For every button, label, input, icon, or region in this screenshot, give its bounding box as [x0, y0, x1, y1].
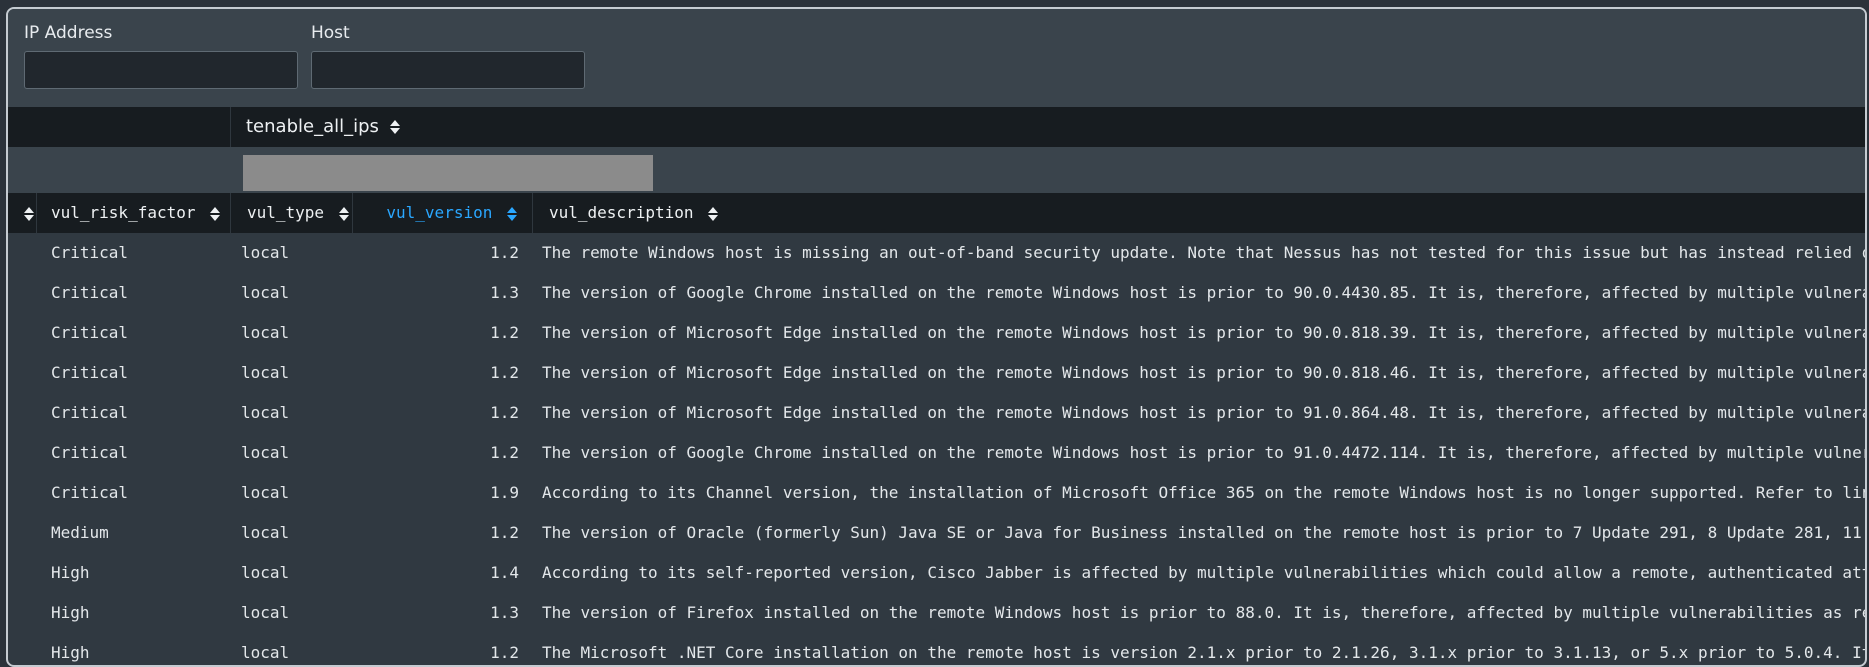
description-cell: The version of Google Chrome installed o… [542, 283, 1867, 302]
description-cell: The Microsoft .NET Core installation on … [542, 643, 1867, 662]
sort-icon[interactable] [507, 206, 517, 222]
group-header-tenable-all-ips[interactable]: tenable_all_ips [246, 107, 400, 147]
description-cell: The version of Microsoft Edge installed … [542, 323, 1867, 342]
version-cell: 1.4 [490, 563, 519, 582]
ip-address-label: IP Address [24, 23, 113, 43]
table-row[interactable]: Medium local 1.2 The version of Oracle (… [8, 513, 1865, 553]
risk-factor-cell: Critical [51, 483, 129, 502]
vul-type-column-header[interactable]: vul_type [231, 193, 353, 233]
column-header-label: vul_type [247, 203, 325, 222]
results-panel: IP Address Host tenable_all_ips vul_risk… [6, 7, 1867, 667]
version-cell: 1.3 [490, 603, 519, 622]
type-cell: local [241, 243, 290, 262]
table-header: vul_risk_factor vul_type vul_version vul… [8, 193, 1865, 233]
vul-description-column-header[interactable]: vul_description [533, 193, 1865, 233]
sort-icon[interactable] [708, 206, 719, 222]
description-cell: The version of Firefox installed on the … [542, 603, 1867, 622]
type-cell: local [241, 443, 290, 462]
risk-factor-cell: High [51, 563, 90, 582]
table-row[interactable]: Critical local 1.2 The version of Micros… [8, 353, 1865, 393]
type-cell: local [241, 603, 290, 622]
version-cell: 1.2 [490, 323, 519, 342]
type-cell: local [241, 483, 290, 502]
risk-factor-cell: Critical [51, 283, 129, 302]
risk-factor-cell: Medium [51, 523, 109, 542]
host-filter: Host [311, 23, 585, 89]
description-cell: The version of Microsoft Edge installed … [542, 403, 1867, 422]
type-cell: local [241, 643, 290, 662]
description-cell: The version of Oracle (formerly Sun) Jav… [542, 523, 1867, 542]
type-cell: local [241, 563, 290, 582]
risk-factor-cell: Critical [51, 243, 129, 262]
type-cell: local [241, 283, 290, 302]
ip-address-filter: IP Address [24, 23, 298, 89]
sort-icon[interactable] [23, 206, 34, 222]
description-cell: The version of Microsoft Edge installed … [542, 363, 1867, 382]
column-filter-input[interactable] [243, 155, 653, 191]
version-cell: 1.3 [490, 283, 519, 302]
column-filter-row [8, 147, 1865, 193]
column-header-label: vul_description [549, 203, 694, 222]
description-cell: The version of Google Chrome installed o… [542, 443, 1867, 462]
table-row[interactable]: High local 1.3 The version of Firefox in… [8, 593, 1865, 633]
table-row[interactable]: Critical local 1.9 According to its Chan… [8, 473, 1865, 513]
risk-factor-cell: High [51, 643, 90, 662]
type-cell: local [241, 523, 290, 542]
table-row[interactable]: Critical local 1.2 The version of Google… [8, 433, 1865, 473]
risk-factor-cell: Critical [51, 403, 129, 422]
sort-icon[interactable] [389, 119, 400, 135]
sort-icon[interactable] [338, 206, 349, 222]
table-body: Critical local 1.2 The remote Windows ho… [8, 233, 1867, 665]
risk-factor-cell: Critical [51, 363, 129, 382]
version-cell: 1.2 [490, 403, 519, 422]
vul-version-column-header[interactable]: vul_version [353, 193, 533, 233]
vul-risk-factor-column-header[interactable]: vul_risk_factor [37, 193, 231, 233]
version-cell: 1.2 [490, 523, 519, 542]
description-cell: The remote Windows host is missing an ou… [542, 243, 1867, 262]
version-cell: 1.2 [490, 643, 519, 662]
table-row[interactable]: Critical local 1.2 The version of Micros… [8, 393, 1865, 433]
index-column-header[interactable] [8, 193, 37, 233]
sort-icon[interactable] [210, 206, 221, 222]
type-cell: local [241, 403, 290, 422]
table-row[interactable]: Critical local 1.2 The remote Windows ho… [8, 233, 1865, 273]
column-header-label: vul_risk_factor [51, 203, 196, 222]
host-input[interactable] [311, 51, 585, 89]
host-label: Host [311, 23, 350, 43]
version-cell: 1.9 [490, 483, 519, 502]
type-cell: local [241, 323, 290, 342]
description-cell: According to its self-reported version, … [542, 563, 1867, 582]
group-header-label: tenable_all_ips [246, 116, 379, 137]
filter-bar: IP Address Host [8, 9, 1865, 107]
risk-factor-cell: Critical [51, 323, 129, 342]
description-cell: According to its Channel version, the in… [542, 483, 1867, 502]
ip-address-input[interactable] [24, 51, 298, 89]
version-cell: 1.2 [490, 243, 519, 262]
risk-factor-cell: High [51, 603, 90, 622]
table-row[interactable]: Critical local 1.2 The version of Micros… [8, 313, 1865, 353]
type-cell: local [241, 363, 290, 382]
table-row[interactable]: High local 1.4 According to its self-rep… [8, 553, 1865, 593]
group-header-spacer [8, 107, 231, 147]
column-header-label: vul_version [386, 203, 493, 222]
version-cell: 1.2 [490, 363, 519, 382]
group-header-row: tenable_all_ips [8, 107, 1865, 147]
risk-factor-cell: Critical [51, 443, 129, 462]
table-row[interactable]: Critical local 1.3 The version of Google… [8, 273, 1865, 313]
table-row[interactable]: High local 1.2 The Microsoft .NET Core i… [8, 633, 1867, 665]
version-cell: 1.2 [490, 443, 519, 462]
